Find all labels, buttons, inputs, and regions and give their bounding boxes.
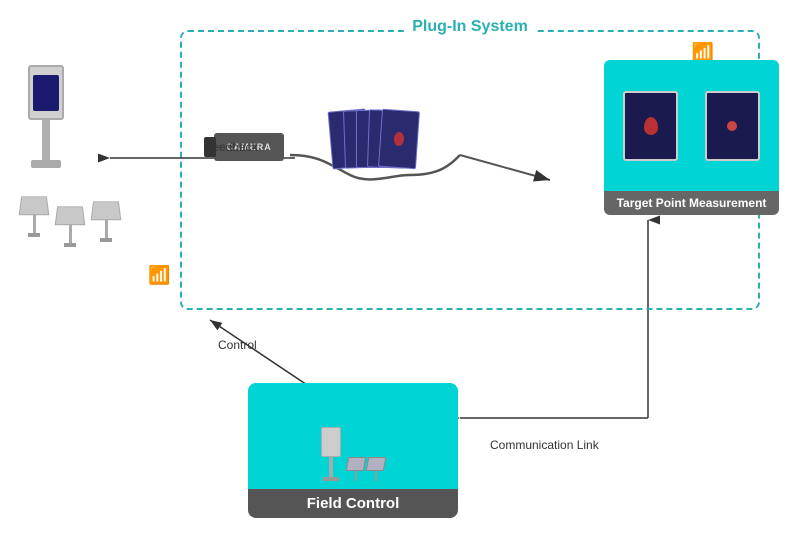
feedback-label: Feedback [205,140,258,154]
kiosk-screen [28,65,64,120]
field-control-inner [248,383,458,489]
solar-panel-2 [56,205,84,247]
target-inner [604,60,779,191]
solar-panel-3 [92,200,120,247]
wifi-icon-left: 📶 [148,265,170,286]
kiosk-base [31,160,61,168]
solar-panel-1 [20,195,48,247]
kiosk-screen-inner [33,75,59,111]
diagram-container: Plug-In System [0,0,799,543]
kiosk-tower [28,65,64,168]
field-control-box: Field Control [248,383,458,518]
control-label: Control [218,338,257,352]
fc-content [321,391,385,481]
card-stack [330,110,450,175]
field-control-label: Field Control [248,489,458,518]
mini-screen-1 [623,91,678,161]
target-label: Target Point Measurement [604,191,779,215]
kiosk-stand [42,120,50,160]
solar-panels-group [20,195,120,247]
fc-mini-kiosk [321,427,341,481]
fc-mini-panels [347,451,385,481]
target-point-measurement-box: Target Point Measurement [604,60,779,215]
plugin-system-label: Plug-In System [404,18,536,36]
mini-screen-2 [705,91,760,161]
communication-link-label: Communication Link [490,438,599,452]
